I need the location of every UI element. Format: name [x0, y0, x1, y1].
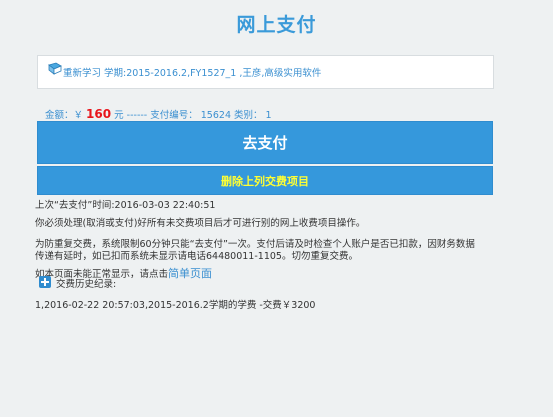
book-icon: [48, 62, 62, 75]
pay-button[interactable]: 去支付: [37, 121, 493, 164]
notice-text: 你必须处理(取消或支付)好所有未交费项目后才可进行别的网上收费项目操作。: [35, 218, 366, 229]
amount-label: 金额：￥: [45, 110, 84, 121]
warning-text-line2: 传递有延时，如已扣而系统未显示请电话64480011-1105。切勿重复交费。: [35, 251, 358, 262]
amount-value: 160: [86, 107, 112, 121]
history-record: 1,2016-02-22 20:57:03,2015-2016.2学期的学费 -…: [35, 300, 316, 311]
delete-items-button[interactable]: 删除上列交费项目: [37, 166, 493, 195]
plus-icon[interactable]: [39, 276, 51, 288]
simple-page-link[interactable]: 简单页面: [168, 267, 212, 280]
payment-summary: 金额：￥ 160 元 ------ 支付编号： 15624 类别： 1: [45, 107, 272, 121]
page-title: 网上支付: [236, 14, 317, 36]
history-label: 交费历史纪录:: [56, 279, 117, 290]
course-description: 重新学习 学期:2015-2016.2,FY1527_1 ,王彦,高级实用软件: [63, 68, 322, 79]
payment-details: 元 ------ 支付编号： 15624 类别： 1: [114, 110, 272, 121]
course-info-box: 重新学习 学期:2015-2016.2,FY1527_1 ,王彦,高级实用软件: [37, 55, 494, 89]
last-pay-time: 上次“去支付”时间:2016-03-03 22:40:51: [35, 200, 216, 211]
